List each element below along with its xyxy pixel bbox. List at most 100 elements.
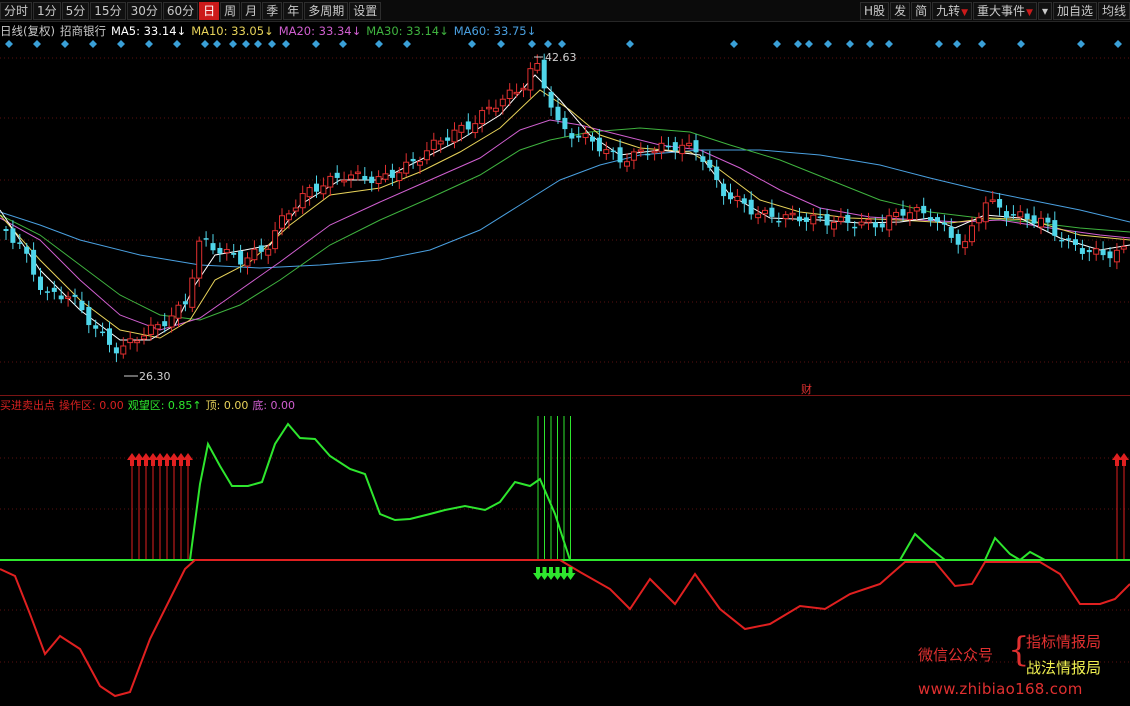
stock-name: 招商银行 [59, 24, 106, 38]
issue-button[interactable]: 发 [890, 2, 911, 20]
candle-body [921, 205, 927, 214]
tab-yearly[interactable]: 年 [283, 2, 304, 20]
candlestick-chart[interactable]: 42.63 26.30 财 [0, 40, 1130, 395]
nine-turn-button[interactable]: 九转▼ [932, 2, 973, 20]
candle-body [906, 212, 913, 220]
candle-body [955, 233, 961, 245]
tab-intraday[interactable]: 分时 [0, 2, 33, 20]
watermark-url: www.zhibiao168.com [918, 680, 1083, 698]
tab-daily[interactable]: 日 [199, 2, 220, 20]
candle-body [962, 241, 969, 249]
moving-average-button[interactable]: 均线 [1097, 2, 1130, 20]
candle-body [292, 207, 299, 212]
nine-turn-label: 九转 [936, 4, 961, 18]
candle-body [610, 150, 616, 153]
event-diamond-icon [339, 40, 347, 48]
candle-body [86, 306, 92, 326]
finance-event-marker[interactable]: 财 [801, 382, 812, 395]
low-price-label: 26.30 [139, 370, 171, 383]
candle-body [93, 325, 99, 329]
candle-body [279, 215, 285, 229]
tab-weekly[interactable]: 周 [220, 2, 241, 20]
candle-body [113, 347, 119, 354]
tab-monthly[interactable]: 月 [241, 2, 262, 20]
settings-button[interactable]: 设置 [349, 2, 382, 20]
candle-body [741, 198, 747, 204]
simplify-button[interactable]: 简 [911, 2, 932, 20]
tab-60min[interactable]: 60分 [162, 2, 199, 20]
tab-30min[interactable]: 30分 [126, 2, 162, 20]
candle-body [362, 175, 368, 180]
candle-body [341, 179, 348, 183]
candle-body [769, 207, 775, 217]
event-diamond-icon [773, 40, 781, 48]
event-diamond-icon [282, 40, 290, 48]
candle-body [527, 68, 534, 91]
candle-body [1004, 211, 1009, 218]
candle-body [886, 215, 893, 231]
event-diamond-icon [497, 40, 505, 48]
event-diamond-icon [1077, 40, 1085, 48]
brand-name-1: 指标情报局 [1026, 633, 1102, 651]
candle-body [672, 142, 678, 151]
candle-body [714, 166, 720, 181]
candle-body [396, 172, 403, 182]
candle-body [569, 133, 575, 139]
tab-15min[interactable]: 15分 [90, 2, 126, 20]
candle-body [451, 129, 458, 143]
period-label: 日线(复权) [0, 24, 55, 38]
bottom-value: 底: 0.00 [252, 399, 296, 412]
candle-body [272, 230, 279, 250]
candle-body [797, 216, 802, 222]
candle-body [348, 174, 354, 180]
candle-body [686, 142, 693, 147]
candle-body [120, 345, 127, 355]
candle-body [65, 296, 72, 299]
hk-share-button[interactable]: H股 [860, 2, 890, 20]
candle-body [423, 150, 430, 161]
tab-multi-period[interactable]: 多周期 [304, 2, 349, 20]
panel-divider [0, 395, 1130, 396]
dropdown-icon[interactable]: ▾ [1037, 2, 1052, 20]
add-watchlist-button[interactable]: 加自选 [1052, 2, 1097, 20]
tab-1min[interactable]: 1分 [33, 2, 61, 20]
ma10-value: MA10: 33.05↓ [191, 24, 274, 38]
candle-body [900, 209, 906, 216]
event-diamond-icon [403, 40, 411, 48]
event-diamond-icon [254, 40, 262, 48]
candle-body [403, 161, 410, 174]
operate-zone-value: 操作区: 0.00 [59, 399, 124, 412]
major-events-button[interactable]: 重大事件▼ [973, 2, 1037, 20]
event-diamond-icon [794, 40, 802, 48]
caret-down-icon: ▼ [961, 8, 969, 18]
top-value: 顶: 0.00 [205, 399, 249, 412]
candle-body [100, 331, 106, 334]
candle-body [665, 145, 671, 148]
candle-body [127, 338, 134, 344]
event-diamond-icon [145, 40, 153, 48]
candle-body [430, 139, 437, 150]
event-diamond-icon [626, 40, 634, 48]
event-diamond-icon [805, 40, 813, 48]
top-line [189, 422, 1130, 562]
candle-body [997, 199, 1003, 208]
candle-body [879, 223, 885, 228]
annotations: 42.63 26.30 财 [124, 51, 812, 395]
candle-body [1059, 239, 1065, 242]
candle-body [1093, 248, 1100, 255]
event-diamond-icon [1114, 40, 1122, 48]
high-price-label: 42.63 [545, 51, 577, 64]
ma-line [0, 149, 1130, 269]
watch-zone-value: 观望区: 0.85↑ [127, 399, 202, 412]
candle-body [782, 214, 789, 220]
candle-body [734, 195, 741, 202]
tab-quarterly[interactable]: 季 [262, 2, 283, 20]
tab-5min[interactable]: 5分 [61, 2, 90, 20]
caret-down-icon: ▼ [1026, 8, 1033, 18]
indicator-name: 买进卖出点 [0, 399, 55, 412]
candle-body [499, 98, 506, 107]
candle-body [803, 217, 809, 222]
event-diamond-icon [935, 40, 943, 48]
period-tabs: 分时 1分 5分 15分 30分 60分 日 周 月 季 年 多周期 设置 [0, 2, 382, 20]
candle-body [417, 161, 423, 166]
